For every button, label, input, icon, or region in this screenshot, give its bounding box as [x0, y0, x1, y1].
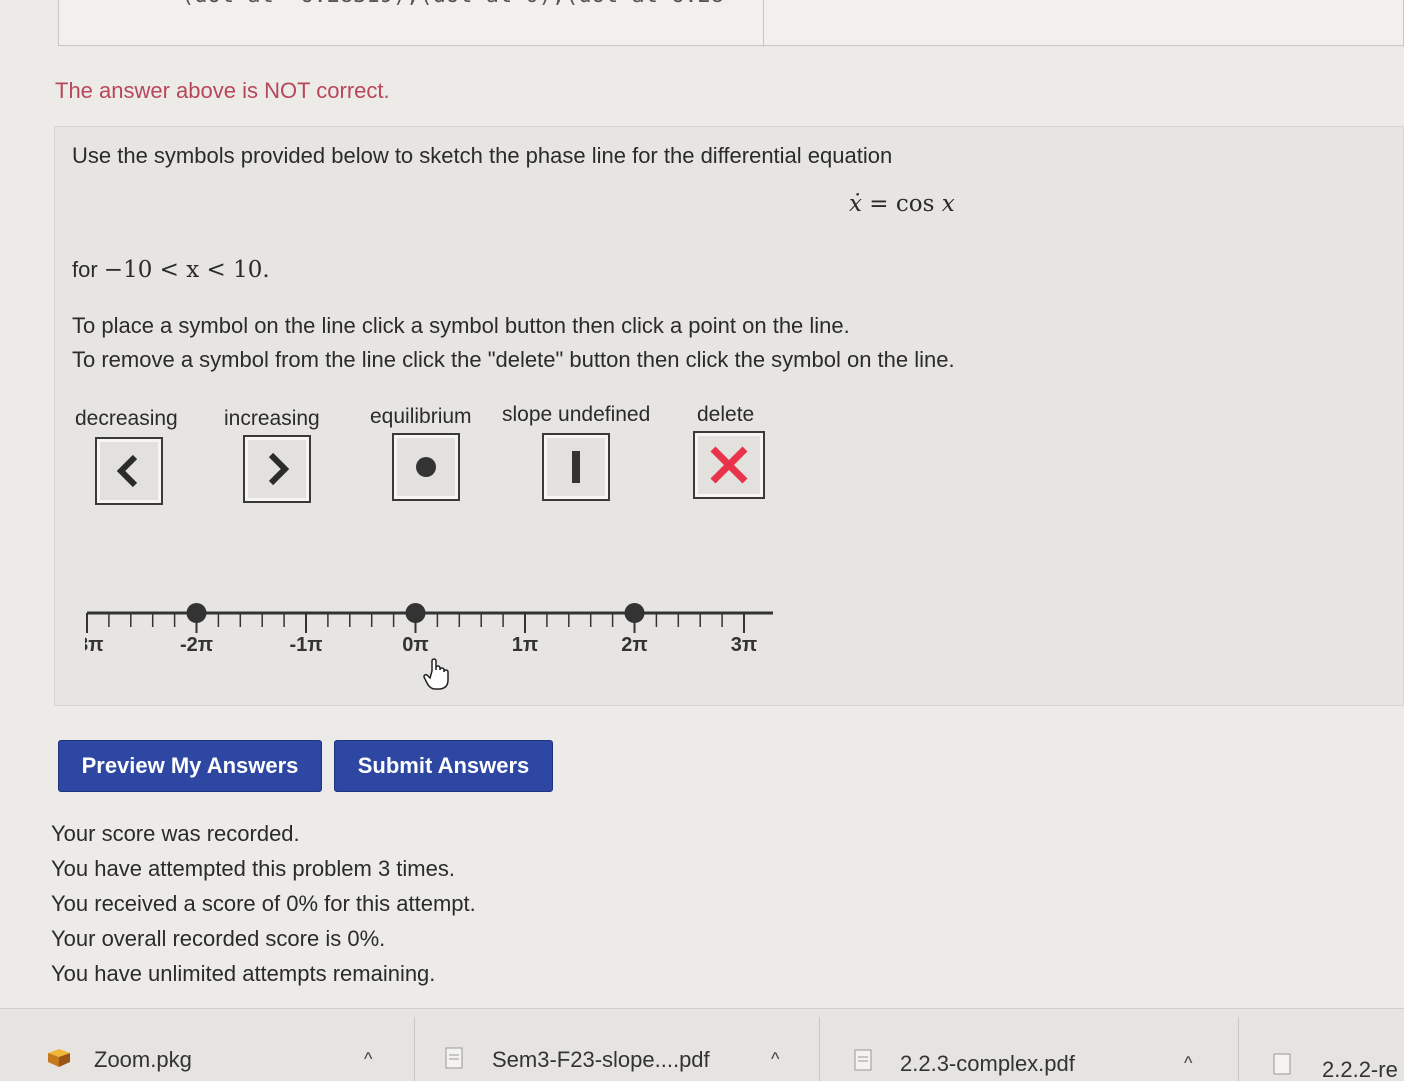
download-name: Sem3-F23-slope....pdf	[492, 1047, 710, 1072]
pdf-file-icon	[854, 1049, 872, 1071]
submit-answers-button[interactable]: Submit Answers	[334, 740, 553, 792]
range-prefix: for	[72, 257, 104, 282]
domain-range: for −10 < x < 10.	[72, 257, 270, 283]
answer-box-divider	[763, 0, 764, 47]
equilibrium-dot[interactable]	[405, 603, 426, 623]
problem-panel: Use the symbols provided below to sketch…	[54, 126, 1404, 706]
equilibrium-dot[interactable]	[624, 603, 645, 623]
download-item[interactable]: Zoom.pkg ^	[0, 1009, 414, 1081]
phase-line[interactable]: -3π -2π -1π 0π 1π 2π 3π	[85, 597, 785, 657]
tick-label: 1π	[512, 634, 538, 656]
feedback-message: The answer above is NOT correct.	[55, 78, 390, 103]
slope-undefined-label: slope undefined	[502, 403, 651, 426]
pointer-hand-icon	[423, 658, 449, 690]
equation-lhs: ẋ	[849, 191, 862, 217]
equilibrium-label: equilibrium	[370, 405, 472, 428]
decreasing-button[interactable]	[95, 437, 163, 505]
place-help: To place a symbol on the line click a sy…	[72, 313, 850, 338]
tick-label: 0π	[402, 634, 428, 656]
pdf-file-icon	[445, 1047, 463, 1069]
range-expr: −10 < x < 10.	[103, 257, 270, 283]
score-line: You have unlimited attempts remaining.	[51, 961, 436, 986]
preview-answers-button[interactable]: Preview My Answers	[58, 740, 322, 792]
phase-line-labels: -3π -2π -1π 0π 1π 2π 3π	[85, 634, 757, 656]
download-name: Zoom.pkg	[94, 1047, 192, 1072]
dot-icon	[416, 457, 436, 477]
increasing-button[interactable]	[243, 435, 311, 503]
download-item[interactable]: Sem3-F23-slope....pdf ^	[415, 1009, 819, 1081]
tick-label: 2π	[621, 634, 647, 656]
tick-label: -2π	[180, 634, 213, 656]
score-line: You received a score of 0% for this atte…	[51, 891, 476, 916]
delete-button[interactable]	[693, 431, 765, 499]
tick-label: 3π	[731, 634, 757, 656]
equation-rhs: = cos	[869, 191, 935, 217]
remove-help: To remove a symbol from the line click t…	[72, 347, 955, 372]
bar-icon	[572, 451, 580, 483]
download-item[interactable]: 2.2.2-re	[1239, 1009, 1404, 1081]
tick-label: -1π	[289, 634, 322, 656]
red-x-icon	[710, 446, 748, 484]
download-bar: Zoom.pkg ^ Sem3-F23-slope....pdf ^ 2.2.3…	[0, 1008, 1404, 1081]
increasing-label: increasing	[224, 407, 320, 430]
slope-undefined-button[interactable]	[542, 433, 610, 501]
previous-answer-text: (dot at -6.28319),(dot at 0),(dot at 6.2…	[181, 0, 724, 8]
problem-instruction: Use the symbols provided below to sketch…	[72, 143, 893, 168]
delete-label: delete	[697, 403, 755, 426]
score-line: Your score was recorded.	[51, 821, 300, 846]
equilibrium-button[interactable]	[392, 433, 460, 501]
download-name: 2.2.2-re	[1322, 1057, 1398, 1081]
caret-up-icon[interactable]: ^	[771, 1049, 779, 1070]
score-line: You have attempted this problem 3 times.	[51, 856, 455, 881]
tick-label: -3π	[85, 634, 104, 656]
package-icon	[48, 1049, 70, 1067]
score-line: Your overall recorded score is 0%.	[51, 926, 386, 951]
equation: ẋ = cos x	[849, 191, 955, 217]
caret-up-icon[interactable]: ^	[364, 1049, 372, 1070]
equation-var: x	[941, 191, 955, 217]
caret-up-icon[interactable]: ^	[1184, 1053, 1192, 1074]
chevron-left-icon	[116, 454, 138, 488]
download-name: 2.2.3-complex.pdf	[900, 1051, 1075, 1076]
previous-answer-box: (dot at -6.28319),(dot at 0),(dot at 6.2…	[58, 0, 1404, 47]
decreasing-label: decreasing	[75, 407, 178, 430]
pdf-file-icon	[1273, 1053, 1291, 1075]
download-item[interactable]: 2.2.3-complex.pdf ^	[820, 1009, 1238, 1081]
chevron-right-icon	[268, 452, 290, 486]
equilibrium-dot[interactable]	[186, 603, 207, 623]
